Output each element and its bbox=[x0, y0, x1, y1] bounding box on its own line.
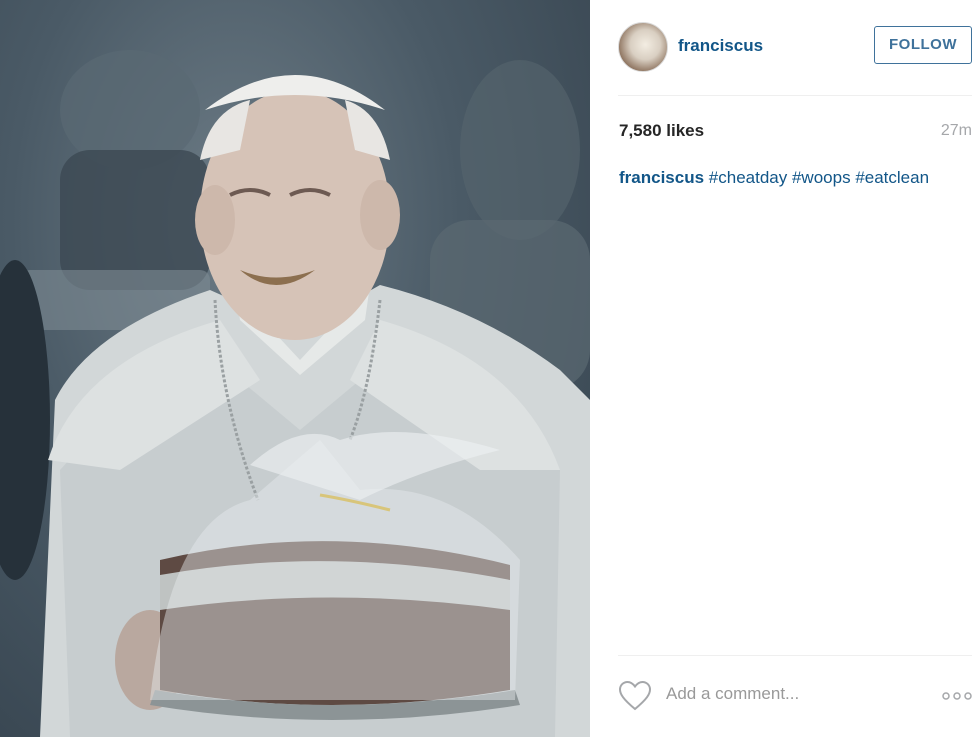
heart-icon[interactable] bbox=[618, 680, 652, 712]
divider bbox=[618, 95, 972, 96]
post-details-panel: franciscus FOLLOW 7,580 likes 27m franci… bbox=[590, 0, 980, 737]
likes-count[interactable]: 7,580 likes bbox=[619, 121, 704, 141]
hashtag-link[interactable]: #cheatday bbox=[709, 168, 787, 187]
hashtag-link[interactable]: #woops bbox=[792, 168, 851, 187]
post-header: franciscus FOLLOW bbox=[618, 22, 972, 72]
username-link[interactable]: franciscus bbox=[678, 36, 763, 56]
follow-button[interactable]: FOLLOW bbox=[874, 26, 972, 64]
post-caption: franciscus #cheatday #woops #eatclean bbox=[619, 168, 929, 188]
photo-illustration bbox=[0, 50, 590, 737]
hashtag-link[interactable]: #eatclean bbox=[855, 168, 929, 187]
post-photo[interactable] bbox=[0, 0, 590, 737]
divider bbox=[618, 655, 972, 656]
post-time: 27m bbox=[940, 122, 972, 139]
add-comment-input[interactable]: Add a comment... bbox=[666, 684, 896, 704]
more-options-icon[interactable] bbox=[942, 690, 972, 702]
caption-username-link[interactable]: franciscus bbox=[619, 168, 704, 187]
avatar[interactable] bbox=[618, 22, 668, 72]
